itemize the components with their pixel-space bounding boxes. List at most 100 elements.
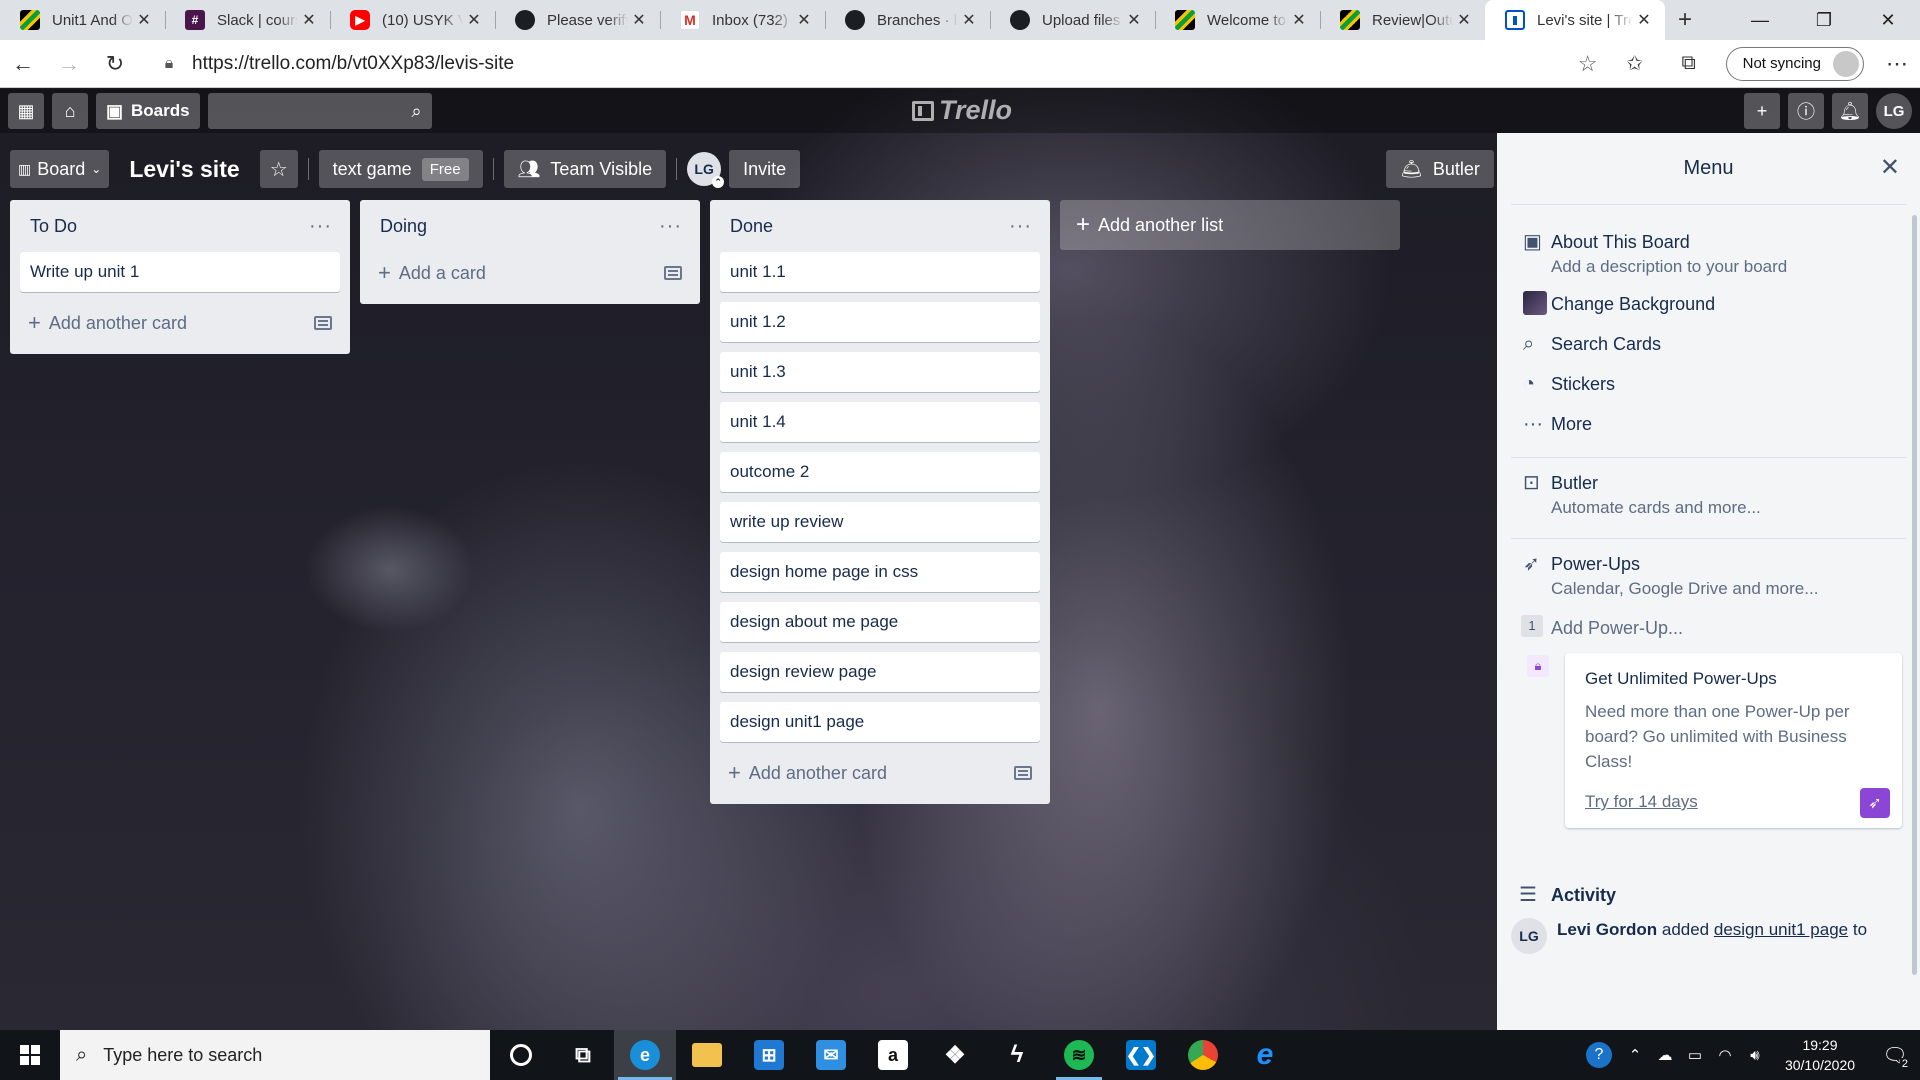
back-button[interactable]: ← — [0, 44, 46, 84]
list-title[interactable]: Done — [730, 216, 773, 237]
browser-tab[interactable]: Review|Outc ✕ — [1320, 0, 1485, 40]
close-icon[interactable]: ✕ — [133, 10, 155, 30]
board-view-switcher[interactable]: ▥ Board ⌄ — [10, 150, 110, 188]
close-icon[interactable]: ✕ — [1288, 10, 1310, 30]
close-icon[interactable]: ✕ — [298, 10, 320, 30]
close-icon[interactable]: ✕ — [793, 10, 815, 30]
cloud-icon[interactable]: ☁ — [1650, 1046, 1680, 1064]
close-icon[interactable]: ✕ — [1880, 153, 1900, 182]
create-icon[interactable]: + — [1744, 93, 1780, 129]
taskbar-app-vscode[interactable]: ❮❯ — [1110, 1030, 1172, 1080]
menu-item-stickers[interactable]: ◔ Stickers — [1511, 371, 1906, 399]
activity-user[interactable]: Levi Gordon — [1557, 920, 1657, 939]
help-icon[interactable]: ? — [1586, 1042, 1612, 1068]
card[interactable]: design home page in css — [720, 552, 1040, 592]
url-text[interactable]: https://trello.com/b/vt0XXp83/levis-site — [192, 53, 1568, 75]
close-icon[interactable]: ✕ — [1453, 10, 1475, 30]
close-icon[interactable]: ✕ — [1633, 10, 1655, 30]
card[interactable]: write up review — [720, 502, 1040, 542]
add-list-button[interactable]: + Add another list — [1060, 200, 1400, 250]
refresh-button[interactable]: ↻ — [92, 44, 138, 84]
collections-icon[interactable]: ⧉ — [1662, 52, 1716, 75]
boards-button[interactable]: ▣ Boards — [96, 93, 200, 129]
browser-tab[interactable]: Unit1 And Outcome 2 ✕ — [0, 0, 165, 40]
add-card-button[interactable]: + Add another card — [720, 752, 1040, 794]
card[interactable]: unit 1.4 — [720, 402, 1040, 442]
browser-tab-active[interactable]: Levi's site | Trello ✕ — [1485, 0, 1665, 40]
lock-icon[interactable]: 🔒︎ — [146, 55, 192, 73]
browser-tab[interactable]: Upload files ✕ — [990, 0, 1155, 40]
taskbar-app-edge[interactable]: e — [614, 1030, 676, 1080]
browser-tab[interactable]: # Slack | course ✕ — [165, 0, 330, 40]
card[interactable]: outcome 2 — [720, 452, 1040, 492]
star-icon[interactable]: ☆ — [1568, 51, 1608, 77]
list-header[interactable]: Done ··· — [720, 200, 1040, 252]
apps-icon[interactable]: ▦ — [8, 93, 44, 129]
browser-tab[interactable]: Please verify ✕ — [495, 0, 660, 40]
taskbar-app-ie[interactable]: e — [1234, 1030, 1296, 1080]
browser-menu-button[interactable]: ⋯ — [1874, 51, 1920, 77]
taskbar-app-chrome[interactable] — [1172, 1030, 1234, 1080]
card[interactable]: design review page — [720, 652, 1040, 692]
list-title[interactable]: To Do — [30, 216, 77, 237]
battery-icon[interactable]: ▭ — [1680, 1046, 1710, 1064]
menu-item-about[interactable]: ▣ About This Board Add a description to … — [1511, 229, 1906, 279]
browser-tab[interactable]: ▶ (10) USYK Vs ✕ — [330, 0, 495, 40]
member-avatar[interactable]: LG — [1876, 93, 1912, 129]
new-tab-button[interactable]: + — [1665, 0, 1705, 40]
menu-item-add-powerup[interactable]: 1 Add Power-Up... — [1511, 615, 1906, 643]
taskbar-app-spotify[interactable]: ≋ — [1048, 1030, 1110, 1080]
board-member-avatar[interactable]: LG ⌃ — [687, 152, 725, 188]
close-icon[interactable]: ✕ — [628, 10, 650, 30]
browser-tab[interactable]: Welcome to ✕ — [1155, 0, 1320, 40]
list-header[interactable]: Doing ··· — [370, 200, 690, 252]
card-template-icon[interactable] — [1014, 766, 1032, 780]
card[interactable]: Write up unit 1 — [20, 252, 340, 292]
card[interactable]: unit 1.1 — [720, 252, 1040, 292]
wifi-icon[interactable]: ◠ — [1710, 1046, 1740, 1064]
menu-item-change-background[interactable]: Change Background — [1511, 291, 1906, 319]
menu-item-butler[interactable]: ⊡ Butler Automate cards and more... — [1511, 470, 1906, 520]
sync-profile-button[interactable]: Not syncing — [1725, 46, 1864, 81]
card[interactable]: unit 1.2 — [720, 302, 1040, 342]
close-icon[interactable]: ✕ — [1123, 10, 1145, 30]
menu-item-powerups[interactable]: ➶ Power-Ups Calendar, Google Drive and m… — [1511, 551, 1906, 601]
invite-button[interactable]: Invite — [729, 150, 801, 188]
taskbar-app-store[interactable]: ⊞ — [738, 1030, 800, 1080]
browser-tab[interactable]: Branches · le ✕ — [825, 0, 990, 40]
try-trial-link[interactable]: Try for 14 days — [1585, 792, 1698, 811]
close-window-button[interactable]: ✕ — [1856, 0, 1920, 40]
list-title[interactable]: Doing — [380, 216, 427, 237]
list-menu-icon[interactable]: ··· — [309, 215, 332, 238]
visibility-button[interactable]: 👥︎ Team Visible — [503, 150, 667, 188]
card-template-icon[interactable] — [664, 266, 682, 280]
menu-item-search-cards[interactable]: ⌕ Search Cards — [1511, 331, 1906, 359]
activity-card-link[interactable]: design unit1 page — [1714, 920, 1848, 939]
chevron-up-icon[interactable]: ⌃ — [1620, 1046, 1650, 1064]
menu-item-more[interactable]: ··· More — [1511, 411, 1906, 439]
taskbar-search-input[interactable]: ⌕ Type here to search — [60, 1030, 490, 1080]
cortana-button[interactable] — [490, 1030, 552, 1080]
scrollbar-thumb[interactable] — [1912, 215, 1917, 975]
info-icon[interactable]: ⓘ — [1788, 93, 1824, 129]
close-icon[interactable]: ✕ — [958, 10, 980, 30]
volume-icon[interactable]: 🔊︎ — [1740, 1047, 1770, 1064]
clock[interactable]: 19:29 30/10/2020 — [1776, 1035, 1864, 1075]
taskbar-app-zap[interactable]: ϟ — [986, 1030, 1048, 1080]
scrollbar[interactable] — [1912, 205, 1918, 1005]
task-view-button[interactable]: ⧉ — [552, 1030, 614, 1080]
taskbar-app-dropbox[interactable]: ❖ — [924, 1030, 986, 1080]
avatar[interactable]: LG — [1511, 918, 1547, 954]
notifications-icon[interactable]: 🔔︎ — [1832, 93, 1868, 129]
trello-logo[interactable]: Trello — [912, 95, 1012, 126]
card-template-icon[interactable] — [314, 316, 332, 330]
list-menu-icon[interactable]: ··· — [1009, 215, 1032, 238]
browser-tab[interactable]: M Inbox (732) ✕ — [660, 0, 825, 40]
minimize-button[interactable]: — — [1728, 0, 1792, 40]
board-title[interactable]: Levi's site — [129, 156, 239, 183]
add-card-button[interactable]: + Add another card — [20, 302, 340, 344]
card[interactable]: design unit1 page — [720, 702, 1040, 742]
list-header[interactable]: To Do ··· — [20, 200, 340, 252]
start-button[interactable] — [0, 1030, 60, 1080]
favorites-icon[interactable]: ✩ — [1608, 51, 1662, 76]
